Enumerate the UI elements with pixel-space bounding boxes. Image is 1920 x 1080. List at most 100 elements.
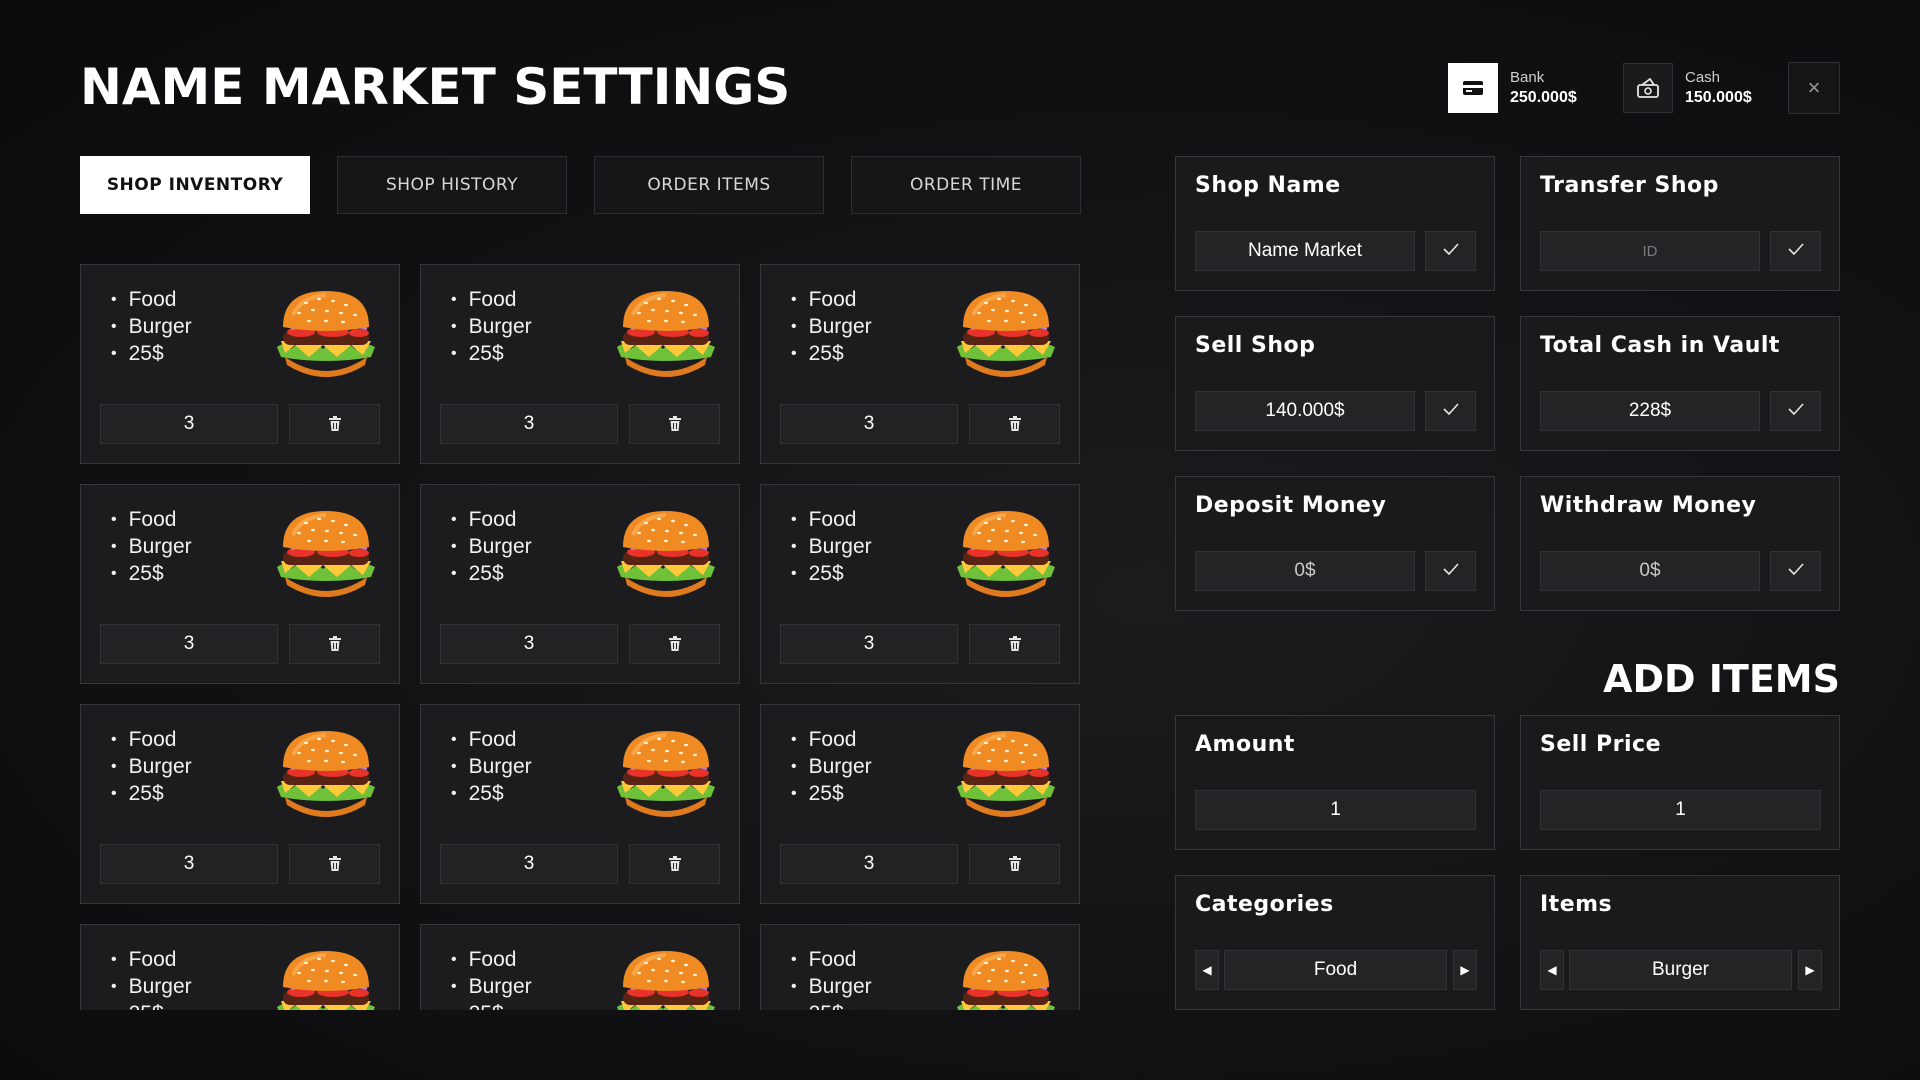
- item-price: 25$: [111, 781, 192, 808]
- quantity-input[interactable]: 3: [440, 844, 618, 884]
- trash-icon: [328, 856, 341, 871]
- deposit-confirm-button[interactable]: [1425, 551, 1476, 591]
- item-price: 25$: [451, 341, 532, 368]
- item-category: Food: [111, 507, 192, 534]
- inventory-card[interactable]: FoodBurger25$ 3: [420, 704, 740, 904]
- quantity-input[interactable]: 3: [780, 624, 958, 664]
- categories-select[interactable]: Food: [1224, 950, 1447, 990]
- quantity-input[interactable]: 3: [100, 404, 278, 444]
- add-items-title: ADD ITEMS: [1603, 657, 1840, 701]
- tab-shop-inventory[interactable]: SHOP INVENTORY: [80, 156, 310, 214]
- delete-item-button[interactable]: [969, 844, 1060, 884]
- categories-panel: Categories ◀ Food ▶: [1175, 875, 1495, 1010]
- burger-icon: [955, 289, 1057, 379]
- delete-item-button[interactable]: [629, 624, 720, 664]
- inventory-card[interactable]: FoodBurger25$3: [80, 264, 400, 464]
- item-category: Food: [451, 727, 532, 754]
- tab-shop-history[interactable]: SHOP HISTORY: [337, 156, 567, 214]
- item-details: FoodBurger25$: [111, 727, 192, 808]
- item-name: Burger: [451, 314, 532, 341]
- sell-price-panel: Sell Price 1: [1520, 715, 1840, 850]
- quantity-input[interactable]: 3: [780, 844, 958, 884]
- check-icon: [1787, 562, 1805, 581]
- inventory-card[interactable]: FoodBurger25$ 3: [420, 264, 740, 464]
- total-cash-input[interactable]: 228$: [1540, 391, 1760, 431]
- total-cash-panel: Total Cash in Vault 228$: [1520, 316, 1840, 451]
- trash-icon: [668, 856, 681, 871]
- categories-prev-button[interactable]: ◀: [1195, 950, 1219, 990]
- delete-item-button[interactable]: [289, 844, 380, 884]
- cash-balance: Cash 150.000$: [1623, 62, 1752, 114]
- withdraw-confirm-button[interactable]: [1770, 551, 1821, 591]
- item-details: FoodBurger25$: [451, 727, 532, 808]
- item-details: FoodBurger25$: [791, 727, 872, 808]
- page-title: NAME MARKET SETTINGS: [80, 58, 791, 116]
- tab-order-time[interactable]: ORDER TIME: [851, 156, 1081, 214]
- delete-item-button[interactable]: [289, 404, 380, 444]
- sell-price-title: Sell Price: [1540, 732, 1661, 757]
- burger-icon: [615, 509, 717, 599]
- item-name: Burger: [451, 754, 532, 781]
- delete-item-button[interactable]: [629, 404, 720, 444]
- quantity-input[interactable]: 3: [440, 624, 618, 664]
- transfer-confirm-button[interactable]: [1770, 231, 1821, 271]
- inventory-card[interactable]: FoodBurger25$3: [760, 484, 1080, 684]
- transfer-shop-title: Transfer Shop: [1540, 173, 1719, 198]
- categories-next-button[interactable]: ▶: [1453, 950, 1477, 990]
- delete-item-button[interactable]: [289, 624, 380, 664]
- item-details: FoodBurger25$: [451, 947, 532, 1010]
- trash-icon: [668, 416, 681, 431]
- withdraw-input[interactable]: 0$: [1540, 551, 1760, 591]
- trash-icon: [1008, 636, 1021, 651]
- inventory-card[interactable]: FoodBurger25$3: [420, 484, 740, 684]
- items-select[interactable]: Burger: [1569, 950, 1792, 990]
- inventory-card[interactable]: FoodBurger25$3: [420, 924, 740, 1010]
- burger-icon: [275, 729, 377, 819]
- amount-input[interactable]: 1: [1195, 790, 1476, 830]
- sell-shop-input[interactable]: 140.000$: [1195, 391, 1415, 431]
- check-icon: [1442, 242, 1460, 261]
- inventory-card[interactable]: FoodBurger25$3: [80, 924, 400, 1010]
- item-details: FoodBurger25$: [111, 947, 192, 1010]
- inventory-card[interactable]: FoodBurger25$3: [760, 924, 1080, 1010]
- total-cash-confirm-button[interactable]: [1770, 391, 1821, 431]
- inventory-card[interactable]: FoodBurger25$3: [760, 264, 1080, 464]
- deposit-title: Deposit Money: [1195, 493, 1387, 518]
- delete-item-button[interactable]: [629, 844, 720, 884]
- tab-order-items[interactable]: ORDER ITEMS: [594, 156, 824, 214]
- transfer-id-input[interactable]: ID: [1540, 231, 1760, 271]
- inventory-card[interactable]: FoodBurger25$ 3: [80, 704, 400, 904]
- item-name: Burger: [451, 974, 532, 1001]
- item-name: Burger: [791, 754, 872, 781]
- check-icon: [1442, 562, 1460, 581]
- credit-card-icon: [1448, 63, 1498, 113]
- inventory-grid[interactable]: FoodBurger25$3FoodBurger25$3FoodBurger25…: [80, 264, 1080, 1010]
- sell-shop-confirm-button[interactable]: [1425, 391, 1476, 431]
- item-details: FoodBurger25$: [111, 507, 192, 588]
- inventory-card[interactable]: FoodBurger25$ 3: [80, 484, 400, 684]
- transfer-shop-panel: Transfer Shop ID: [1520, 156, 1840, 291]
- item-name: Burger: [111, 314, 192, 341]
- items-title: Items: [1540, 892, 1613, 917]
- deposit-input[interactable]: 0$: [1195, 551, 1415, 591]
- quantity-input[interactable]: 3: [100, 624, 278, 664]
- item-name: Burger: [791, 534, 872, 561]
- items-panel: Items ◀ Burger ▶: [1520, 875, 1840, 1010]
- quantity-input[interactable]: 3: [440, 404, 618, 444]
- cash-value: 150.000$: [1685, 89, 1752, 106]
- delete-item-button[interactable]: [969, 404, 1060, 444]
- shop-name-input[interactable]: Name Market: [1195, 231, 1415, 271]
- item-details: FoodBurger25$: [451, 287, 532, 368]
- quantity-input[interactable]: 3: [780, 404, 958, 444]
- delete-item-button[interactable]: [969, 624, 1060, 664]
- items-next-button[interactable]: ▶: [1798, 950, 1822, 990]
- shop-name-panel: Shop Name Name Market: [1175, 156, 1495, 291]
- shop-name-confirm-button[interactable]: [1425, 231, 1476, 271]
- items-prev-button[interactable]: ◀: [1540, 950, 1564, 990]
- quantity-input[interactable]: 3: [100, 844, 278, 884]
- item-price: 25$: [791, 341, 872, 368]
- inventory-card[interactable]: FoodBurger25$ 3: [760, 704, 1080, 904]
- sell-price-input[interactable]: 1: [1540, 790, 1821, 830]
- close-button[interactable]: ×: [1788, 62, 1840, 114]
- sell-shop-title: Sell Shop: [1195, 333, 1316, 358]
